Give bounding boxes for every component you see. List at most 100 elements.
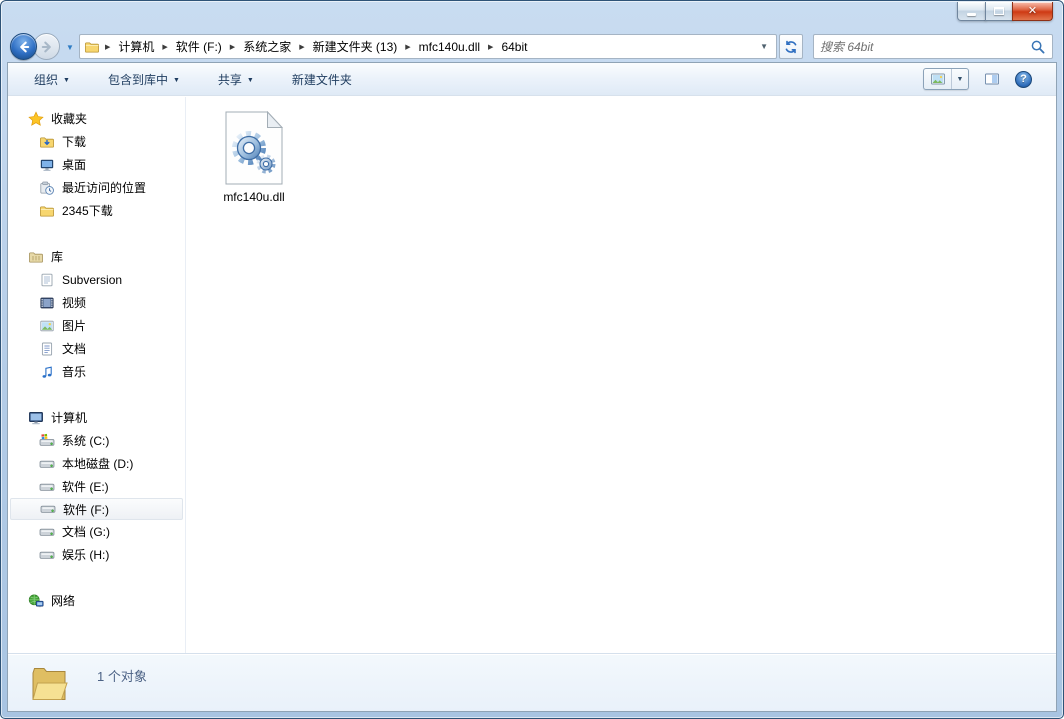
- breadcrumb-arrow-icon: ▶: [405, 43, 411, 51]
- organize-label: 组织: [34, 72, 59, 87]
- group-label: 计算机: [51, 411, 88, 425]
- change-view-button[interactable]: ▼: [923, 68, 969, 90]
- sidebar-item-recent-places[interactable]: 最近访问的位置: [8, 176, 185, 199]
- network-icon: [28, 593, 44, 609]
- sidebar-group-libraries[interactable]: 库: [8, 245, 185, 268]
- caret-down-icon: ▼: [66, 43, 74, 52]
- drive-icon: [40, 501, 56, 517]
- caret-down-icon: ▼: [63, 76, 70, 84]
- address-bar[interactable]: ▶ 计算机 ▶ 软件 (F:) ▶ 系统之家 ▶ 新建文件夹 (13) ▶ mf…: [79, 34, 777, 59]
- computer-group: 计算机 系统 (C:) 本地磁盘 (D:) 软件 (E:) 软件 (F:) 文档…: [8, 406, 185, 566]
- sidebar-item-drive-e[interactable]: 软件 (E:): [8, 475, 185, 498]
- group-label: 收藏夹: [51, 112, 88, 126]
- search-box: [813, 34, 1053, 59]
- minimize-button[interactable]: [957, 2, 986, 21]
- sidebar-item-drive-c[interactable]: 系统 (C:): [8, 429, 185, 452]
- include-in-library-label: 包含到库中: [107, 72, 168, 87]
- breadcrumb-item-mfc140u[interactable]: mfc140u.dll: [416, 38, 483, 56]
- music-note-icon: [39, 364, 55, 380]
- group-label: 库: [51, 250, 64, 264]
- sidebar-item-videos[interactable]: 视频: [8, 291, 185, 314]
- drive-icon: [39, 479, 55, 495]
- refresh-button[interactable]: [779, 34, 803, 59]
- include-in-library-button[interactable]: 包含到库中 ▼: [100, 66, 188, 93]
- new-folder-button[interactable]: 新建文件夹: [284, 66, 360, 93]
- file-list: mfc140u.dll: [186, 97, 1056, 653]
- new-folder-label: 新建文件夹: [291, 72, 352, 87]
- drive-icon: [39, 524, 55, 540]
- views-dropdown[interactable]: ▼: [952, 69, 968, 89]
- breadcrumb-item-new-folder-13[interactable]: 新建文件夹 (13): [310, 36, 401, 57]
- item-label: Subversion: [62, 272, 123, 287]
- breadcrumb-item-computer[interactable]: 计算机: [115, 36, 157, 57]
- recent-places-icon: [39, 180, 55, 196]
- breadcrumb-arrow-icon: ▶: [488, 43, 494, 51]
- favorites-group: 收藏夹 下载 桌面 最近访问的位置 2345下载: [8, 107, 185, 222]
- maximize-icon: [994, 7, 1004, 15]
- refresh-icon: [783, 39, 799, 55]
- item-label: 桌面: [62, 158, 87, 172]
- body-area: 收藏夹 下载 桌面 最近访问的位置 2345下载 库 Subversion 视频…: [8, 97, 1056, 653]
- back-button[interactable]: [10, 33, 37, 60]
- views-icon: [924, 69, 952, 89]
- title-bar: ✕: [1, 1, 1063, 30]
- close-button[interactable]: ✕: [1012, 2, 1053, 21]
- help-icon: ?: [1020, 73, 1027, 85]
- sidebar-item-drive-g[interactable]: 文档 (G:): [8, 520, 185, 543]
- preview-pane-button[interactable]: [984, 71, 1000, 87]
- sidebar-group-computer[interactable]: 计算机: [8, 406, 185, 429]
- item-label: 系统 (C:): [62, 434, 110, 448]
- sidebar-group-favorites[interactable]: 收藏夹: [8, 107, 185, 130]
- client-area: 组织 ▼ 包含到库中 ▼ 共享 ▼ 新建文件夹 ▼ ? 收藏夹 下载 桌面 最近…: [7, 62, 1057, 712]
- minimize-icon: [967, 13, 976, 16]
- organize-button[interactable]: 组织 ▼: [26, 66, 78, 93]
- video-icon: [39, 295, 55, 311]
- sidebar-item-2345-downloads[interactable]: 2345下载: [8, 199, 185, 222]
- group-label: 网络: [51, 594, 76, 608]
- folder-icon: [39, 203, 55, 219]
- breadcrumb-arrow-icon: ▶: [105, 43, 111, 51]
- sidebar-item-drive-d[interactable]: 本地磁盘 (D:): [8, 452, 185, 475]
- picture-icon: [39, 318, 55, 334]
- sidebar-item-documents[interactable]: 文档: [8, 337, 185, 360]
- breadcrumb-item-xitongzhijia[interactable]: 系统之家: [240, 36, 294, 57]
- item-label: 软件 (E:): [62, 480, 109, 494]
- share-button[interactable]: 共享 ▼: [210, 66, 262, 93]
- search-input[interactable]: [814, 39, 1030, 54]
- folder-icon: [29, 661, 69, 705]
- toolbar-right: ▼ ?: [923, 68, 1056, 90]
- item-label: 视频: [62, 296, 87, 310]
- sidebar-item-drive-f[interactable]: 软件 (F:): [10, 498, 183, 520]
- sidebar-item-downloads[interactable]: 下载: [8, 130, 185, 153]
- sidebar-group-network[interactable]: 网络: [8, 589, 185, 612]
- sidebar-item-desktop[interactable]: 桌面: [8, 153, 185, 176]
- downloads-folder-icon: [39, 134, 55, 150]
- navigation-bar: ▼ ▶ 计算机 ▶ 软件 (F:) ▶ 系统之家 ▶ 新建文件夹 (13) ▶ …: [1, 31, 1063, 62]
- network-group: 网络: [8, 589, 185, 612]
- caret-down-icon: ▼: [956, 75, 964, 83]
- file-item-mfc140u-dll[interactable]: mfc140u.dll: [209, 110, 299, 204]
- maximize-button[interactable]: [985, 2, 1013, 21]
- forward-button[interactable]: [33, 33, 60, 60]
- breadcrumb-item-64bit[interactable]: 64bit: [498, 38, 530, 56]
- libraries-icon: [28, 249, 44, 265]
- breadcrumb-arrow-icon: ▶: [162, 43, 168, 51]
- item-label: 娱乐 (H:): [62, 548, 110, 562]
- item-label: 文档: [62, 342, 87, 356]
- sidebar-item-subversion[interactable]: Subversion: [8, 268, 185, 291]
- star-icon: [28, 110, 44, 127]
- item-label: 文档 (G:): [62, 525, 110, 539]
- back-arrow-icon: [16, 39, 32, 55]
- help-button[interactable]: ?: [1015, 70, 1032, 88]
- dll-file-icon: [225, 110, 284, 185]
- recent-pages-dropdown[interactable]: ▼: [64, 43, 76, 52]
- navigation-pane: 收藏夹 下载 桌面 最近访问的位置 2345下载 库 Subversion 视频…: [8, 97, 186, 653]
- sidebar-item-music[interactable]: 音乐: [8, 360, 185, 383]
- item-label: 软件 (F:): [63, 502, 109, 517]
- breadcrumb-item-drive-f[interactable]: 软件 (F:): [173, 36, 225, 57]
- sidebar-item-drive-h[interactable]: 娱乐 (H:): [8, 543, 185, 566]
- share-label: 共享: [217, 72, 242, 87]
- drive-icon: [39, 456, 55, 472]
- address-history-dropdown[interactable]: ▼: [754, 42, 774, 51]
- sidebar-item-pictures[interactable]: 图片: [8, 314, 185, 337]
